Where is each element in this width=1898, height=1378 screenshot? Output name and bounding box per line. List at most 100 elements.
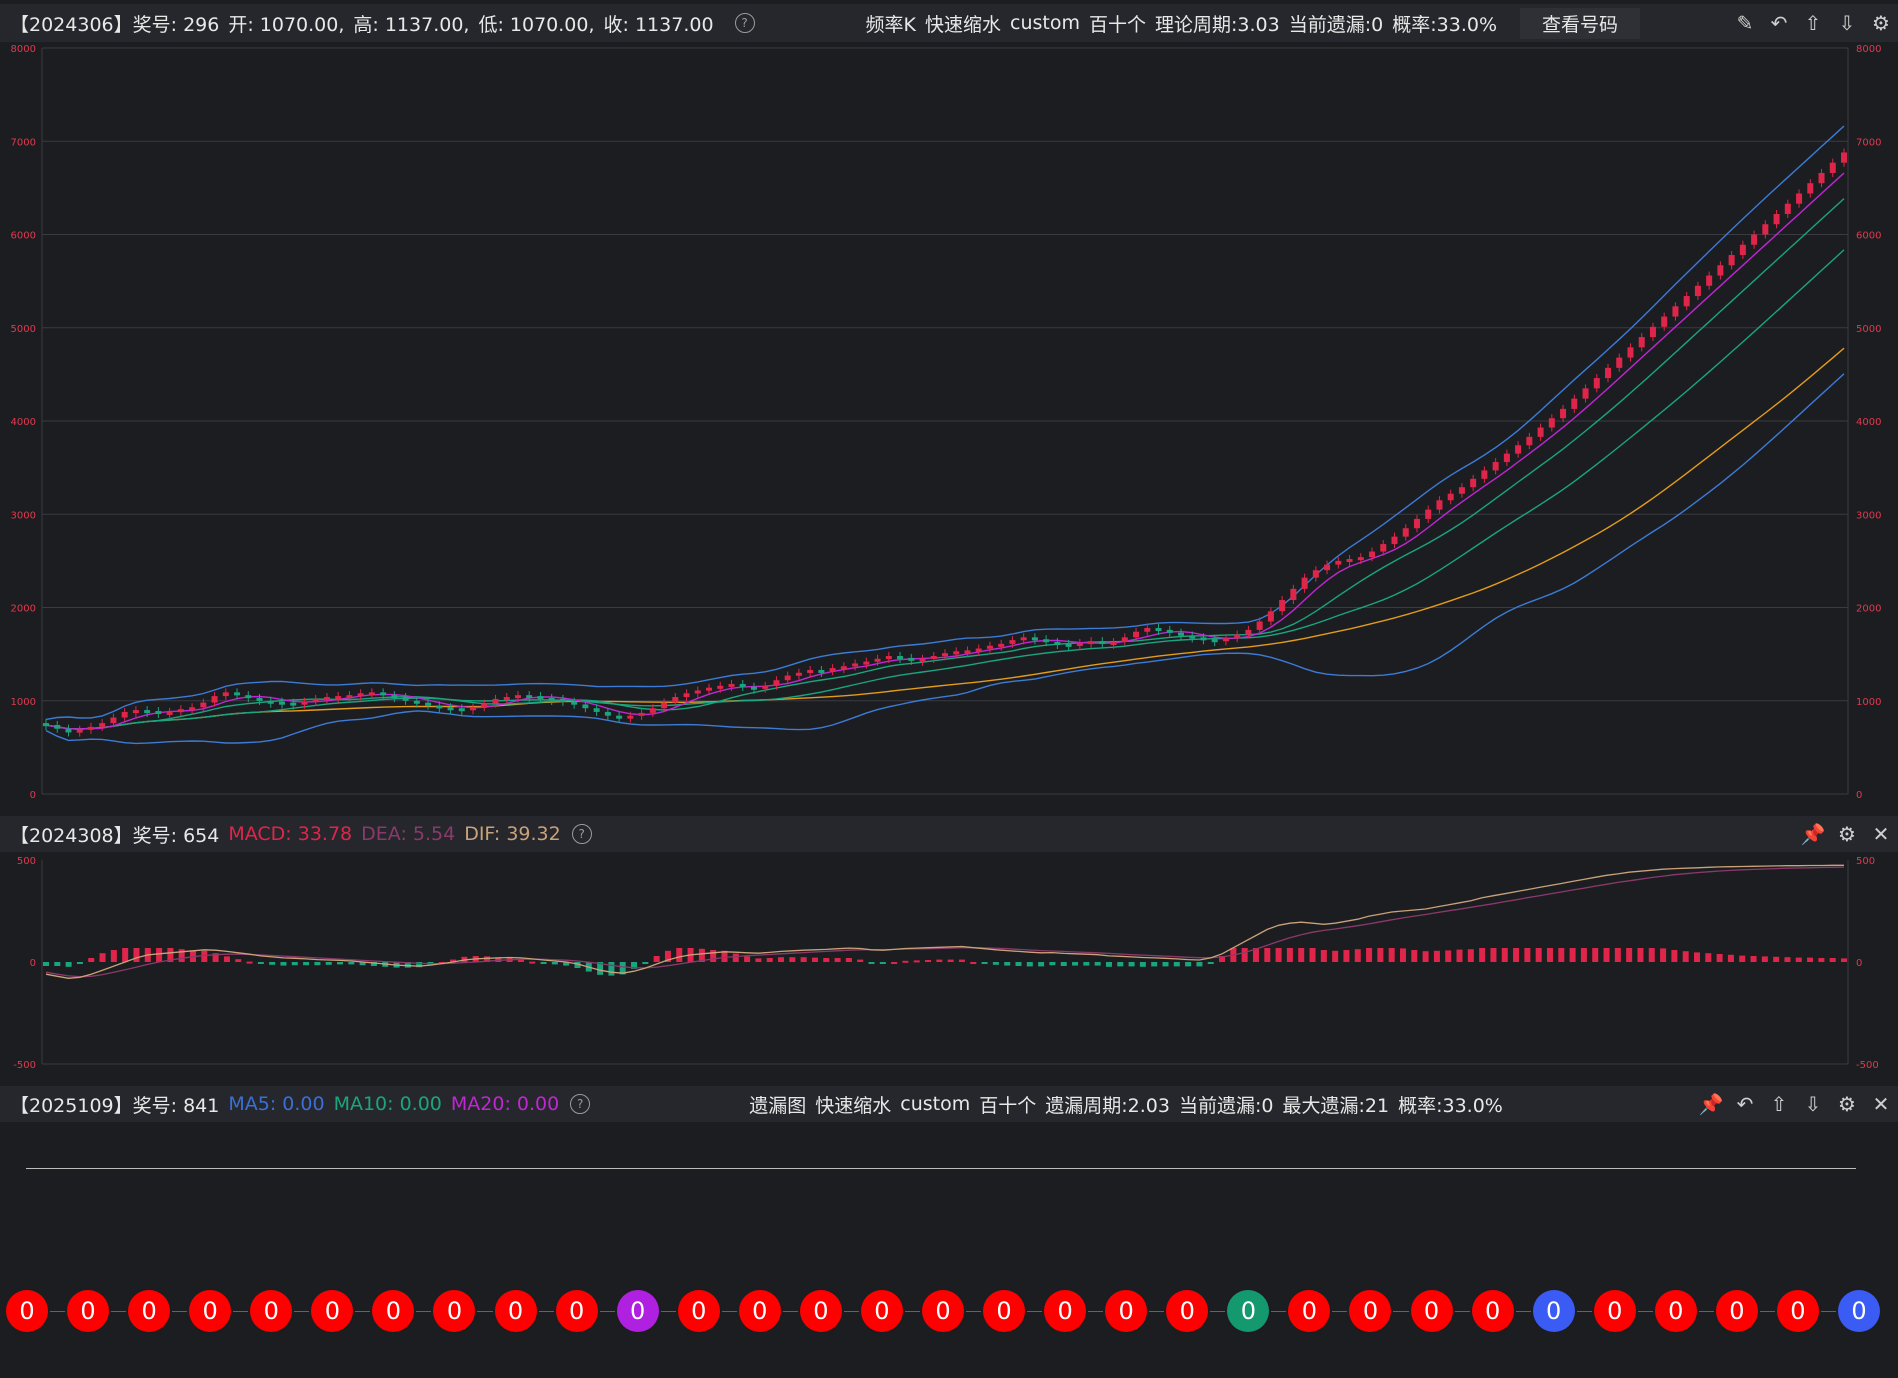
candle-body [930, 655, 937, 659]
macd-histogram-bar [1298, 948, 1305, 962]
macd-histogram-bar [1343, 950, 1350, 962]
y-tick-label-right: 8000 [1856, 44, 1881, 55]
miss-ball[interactable]: 0 [1471, 1290, 1514, 1332]
miss-position-label[interactable]: 百十个 [979, 1091, 1036, 1118]
up-icon[interactable]: ⇧ [1802, 11, 1824, 35]
macd-histogram-bar [1049, 962, 1056, 966]
miss-ball[interactable]: 0 [1776, 1290, 1819, 1332]
candle-body [885, 655, 892, 659]
miss-ball[interactable]: 0 [250, 1290, 293, 1332]
macd-histogram-bar [970, 962, 977, 964]
custom-label[interactable]: custom [1010, 12, 1080, 34]
macd-histogram-bar [1739, 955, 1746, 962]
speed-label[interactable]: 快速缩水 [925, 10, 1001, 37]
macd-histogram-bar [1264, 948, 1271, 962]
miss-ball[interactable]: 0 [1410, 1290, 1453, 1332]
candle-body [986, 645, 993, 649]
kline-chart-panel[interactable]: 0 0 1000 1000 2000 2000 3000 3000 4000 4000 5000 50… [0, 42, 1898, 810]
dif-value-label: DIF: 39.32 [464, 823, 561, 845]
up-icon[interactable]: ⇧ [1768, 1092, 1790, 1116]
macd-histogram-bar [676, 948, 683, 962]
macd-histogram-bar [1162, 962, 1169, 967]
candle-body [1054, 642, 1061, 646]
macd-histogram-bar [133, 948, 140, 962]
miss-ball[interactable]: 0 [677, 1290, 720, 1332]
macd-help-icon[interactable]: ? [571, 824, 592, 844]
candle-body [1807, 183, 1814, 194]
mode-label[interactable]: 频率K [866, 10, 916, 37]
miss-ball[interactable]: 0 [616, 1290, 659, 1332]
candle-body [155, 711, 162, 715]
miss-ball[interactable]: 0 [189, 1290, 232, 1332]
miss-help-icon[interactable]: ? [570, 1094, 591, 1114]
undo-icon[interactable]: ↶ [1734, 1092, 1756, 1116]
down-icon[interactable]: ⇩ [1836, 11, 1858, 35]
miss-speed-label[interactable]: 快速缩水 [815, 1091, 891, 1118]
candle-body [1503, 453, 1510, 463]
macd-chart[interactable]: -500 -500 0 0 500 500 [0, 852, 1898, 1072]
kline-chart[interactable]: 0 0 1000 1000 2000 2000 3000 3000 4000 4000 5000 50… [0, 42, 1898, 810]
miss-ball[interactable]: 0 [922, 1290, 964, 1332]
macd-histogram-bar [257, 962, 264, 964]
down-icon[interactable]: ⇩ [1802, 1092, 1824, 1116]
position-label[interactable]: 百十个 [1089, 10, 1146, 37]
miss-ball[interactable]: 0 [860, 1290, 903, 1332]
view-numbers-button[interactable]: 查看号码 [1520, 7, 1641, 39]
macd-histogram-bar [246, 961, 253, 964]
settings-icon[interactable]: ⚙ [1836, 822, 1858, 846]
help-icon[interactable]: ? [734, 13, 755, 33]
settings-icon[interactable]: ⚙ [1870, 11, 1892, 35]
miss-ball[interactable]: 0 [738, 1290, 781, 1332]
miss-custom-label[interactable]: custom [900, 1093, 970, 1115]
miss-ball[interactable]: 0 [128, 1290, 171, 1332]
candle-body [1481, 470, 1488, 479]
undo-icon[interactable]: ↶ [1768, 11, 1790, 35]
ma-baseline [26, 1168, 1856, 1169]
pin-icon[interactable]: 📌 [1801, 822, 1826, 846]
macd-period-label: 【2024308】 [10, 824, 133, 847]
miss-ball[interactable]: 0 [1838, 1290, 1880, 1332]
miss-mode-label[interactable]: 遗漏图 [749, 1091, 806, 1118]
macd-histogram-bar [201, 950, 208, 962]
candle-body [728, 683, 735, 687]
candle-body [481, 703, 488, 708]
miss-ball[interactable]: 0 [6, 1290, 48, 1332]
macd-histogram-bar [1072, 962, 1079, 966]
candle-body [571, 701, 578, 705]
macd-histogram-bar [925, 960, 932, 962]
miss-ball[interactable]: 0 [494, 1290, 537, 1332]
candle-body [1245, 629, 1252, 635]
miss-ball[interactable]: 0 [1593, 1290, 1636, 1332]
candle-body [919, 658, 926, 662]
macd-histogram-bar [1569, 948, 1576, 962]
macd-y-tick-left: -500 [13, 1060, 36, 1071]
edit-icon[interactable]: ✎ [1734, 11, 1756, 35]
miss-ball[interactable]: 0 [1715, 1290, 1758, 1332]
settings-icon[interactable]: ⚙ [1836, 1092, 1858, 1116]
macd-histogram-bar [857, 959, 864, 962]
close-icon[interactable]: ✕ [1870, 822, 1892, 846]
miss-ball[interactable]: 0 [983, 1290, 1026, 1332]
miss-ball[interactable]: 0 [799, 1290, 842, 1332]
candle-body [1537, 427, 1544, 437]
miss-chart-panel[interactable] [0, 1122, 1898, 1378]
candle-body [1076, 642, 1083, 646]
miss-ball[interactable]: 0 [1105, 1290, 1148, 1332]
miss-ball[interactable]: 0 [555, 1290, 598, 1332]
macd-histogram-bar [1773, 956, 1780, 962]
miss-ball[interactable]: 0 [1044, 1290, 1087, 1332]
prob-label: 概率:33.0% [1392, 13, 1498, 36]
candle-body [1694, 285, 1701, 297]
macd-histogram-bar [337, 962, 344, 965]
miss-ball[interactable]: 0 [1166, 1290, 1209, 1332]
miss-ball[interactable]: 0 [1654, 1290, 1697, 1332]
miss-ball[interactable]: 0 [67, 1290, 110, 1332]
macd-histogram-bar [1185, 962, 1192, 967]
miss-ball[interactable]: 0 [1532, 1290, 1575, 1332]
macd-chart-panel[interactable]: -500 -500 0 0 500 500 [0, 852, 1898, 1072]
close-icon[interactable]: ✕ [1870, 1092, 1892, 1116]
candle-body [593, 708, 600, 712]
candle-body [897, 655, 904, 659]
pin-icon[interactable]: 📌 [1699, 1092, 1724, 1116]
candle-body [863, 661, 870, 665]
